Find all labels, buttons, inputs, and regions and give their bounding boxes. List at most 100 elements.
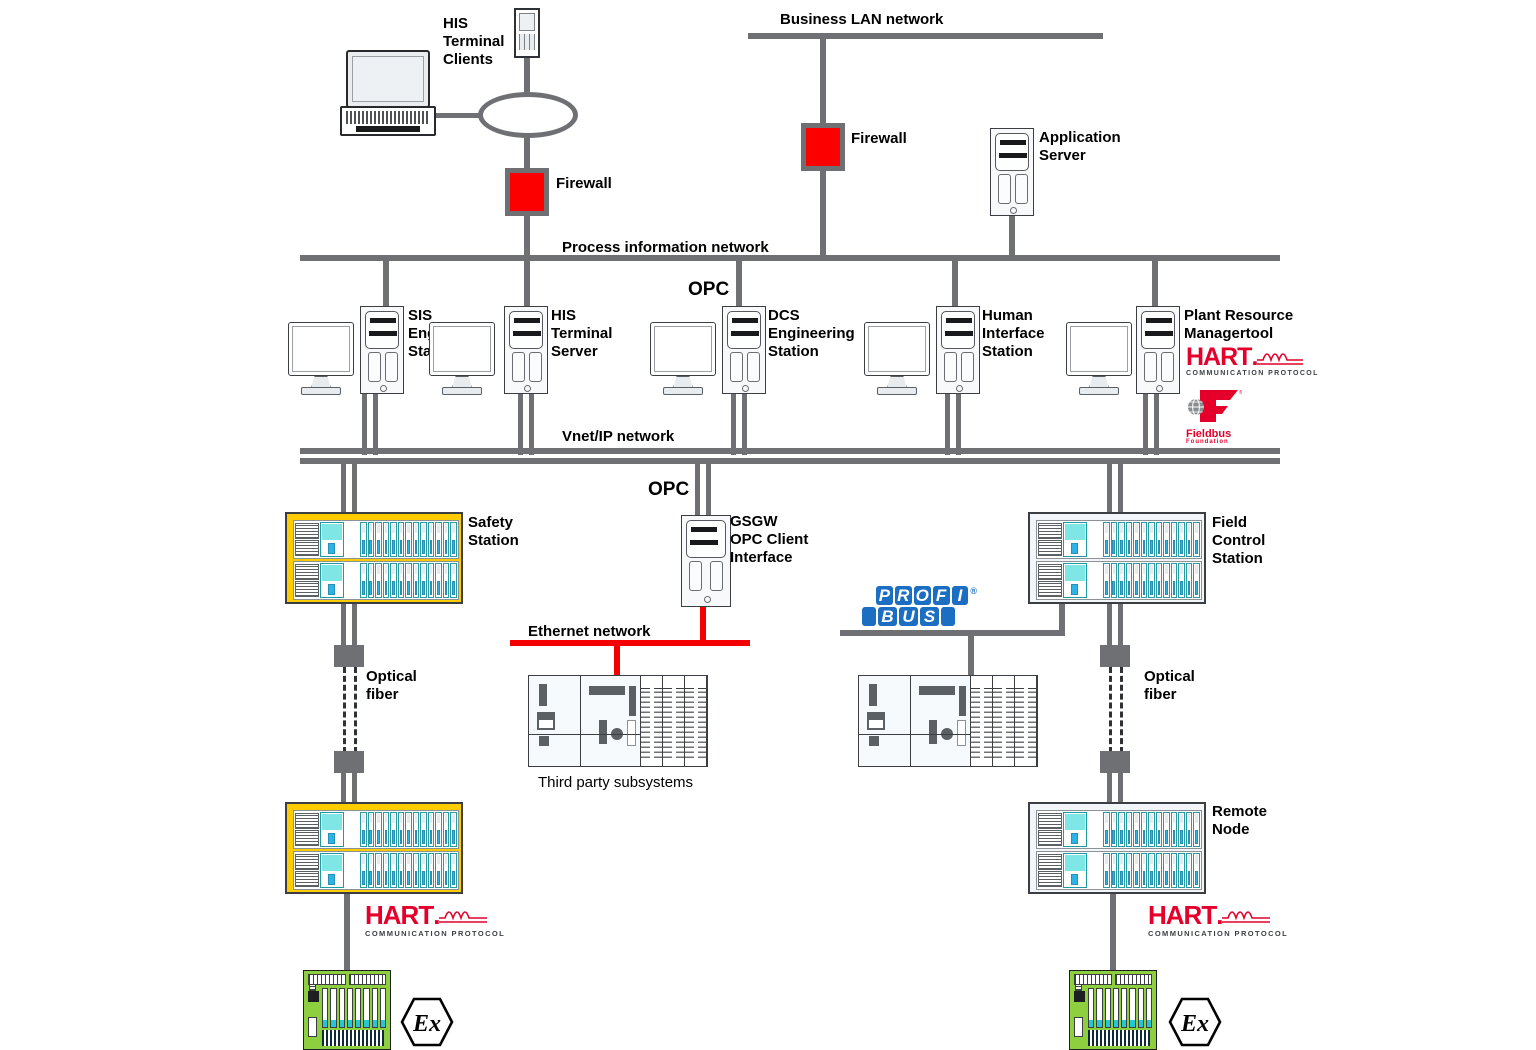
io-module xyxy=(405,812,412,847)
plc-display-bar xyxy=(919,686,955,695)
io-module xyxy=(367,853,375,888)
hart-logo-wordmark: HART xyxy=(365,900,434,930)
plc-cpu-module xyxy=(581,676,641,766)
cpu-module xyxy=(1063,812,1087,847)
device-chip xyxy=(308,991,319,1002)
gsgw-opc-client-interface-label: GSGW OPC Client Interface xyxy=(730,513,809,566)
io-module xyxy=(1185,522,1193,557)
vnet-ip-bus-line-a xyxy=(300,448,1280,454)
plc-power-module xyxy=(529,676,581,766)
tower-bay-left xyxy=(944,352,957,382)
device-terminal-strip xyxy=(1088,1030,1150,1046)
io-module xyxy=(450,853,457,888)
cpu-module xyxy=(1063,853,1087,888)
tower-bay-right xyxy=(710,561,723,591)
io-module xyxy=(427,522,435,557)
blank-slot xyxy=(1087,522,1102,557)
io-module xyxy=(1178,563,1185,598)
device-slot xyxy=(1104,988,1111,1028)
device-top-connectors xyxy=(308,974,386,985)
vnet-ip-network-label: Vnet/IP network xyxy=(562,428,675,445)
device-slot xyxy=(355,988,362,1028)
plc-vertical-bar xyxy=(629,686,636,716)
tower-power-button-icon xyxy=(704,596,711,603)
power-supply-module xyxy=(1038,812,1062,829)
hart-logo-prm: HART . COMMUNICATION PROTOCOL xyxy=(1186,343,1319,377)
safety-node-uplink-b xyxy=(352,773,357,803)
io-module xyxy=(1193,853,1200,888)
io-module xyxy=(397,853,405,888)
power-supply-module xyxy=(1038,563,1062,580)
io-module xyxy=(397,522,405,557)
application-server-tower xyxy=(990,128,1034,216)
device-slot xyxy=(1088,988,1095,1028)
plc-cpu-module xyxy=(911,676,971,766)
hart-logo-safety-field: HART . COMMUNICATION PROTOCOL xyxy=(365,900,505,938)
plc-switch xyxy=(867,712,885,730)
device-slot xyxy=(1096,988,1103,1028)
power-supply-module xyxy=(295,563,319,580)
blank-slot xyxy=(344,522,359,557)
power-supply-module xyxy=(1038,540,1062,557)
dcs-station-monitor xyxy=(650,322,716,398)
process-information-network-bus-line xyxy=(300,255,1280,261)
io-module xyxy=(1140,853,1148,888)
io-module xyxy=(382,853,390,888)
io-module xyxy=(1140,563,1148,598)
his-server-monitor xyxy=(429,322,495,398)
device-connector xyxy=(348,974,386,985)
ex-symbol-icon: Ex xyxy=(1168,997,1222,1047)
plc-indicator-small xyxy=(869,736,879,746)
dcs-architecture-diagram: Business LAN network Process information… xyxy=(0,0,1536,1050)
device-slot xyxy=(330,988,337,1028)
hart-logo-wordmark: HART xyxy=(1186,343,1252,371)
hart-logo-wordmark: HART xyxy=(1148,900,1217,930)
safety-station-label: Safety Station xyxy=(468,514,519,549)
ethernet-network-label: Ethernet network xyxy=(528,623,651,640)
plc-display-bar xyxy=(589,686,625,695)
io-module xyxy=(1103,563,1110,598)
hart-logo-row: HART . xyxy=(1148,900,1288,931)
io-module-group xyxy=(1102,852,1201,889)
io-module xyxy=(442,563,450,598)
monitor-base xyxy=(877,387,917,395)
rack-row-bottom xyxy=(1036,561,1202,600)
io-module xyxy=(442,522,450,557)
io-module xyxy=(360,563,367,598)
field-control-station-label: Field Control Station xyxy=(1212,514,1266,567)
device-connector xyxy=(308,974,346,985)
monitor-screen xyxy=(1066,322,1132,376)
monitor-screen xyxy=(429,322,495,376)
hart-waveform-icon xyxy=(1222,910,1271,923)
safety-station-rack-lower xyxy=(285,802,463,894)
device-slot xyxy=(338,988,345,1028)
tower-bay-left xyxy=(1144,352,1157,382)
fieldbus-logo-name: Fieldbus xyxy=(1186,428,1232,440)
handheld-keypad xyxy=(519,34,535,50)
fieldbus-logo-subtitle: Foundation xyxy=(1186,439,1229,445)
io-module xyxy=(1185,563,1193,598)
io-module xyxy=(1163,812,1170,847)
io-module xyxy=(1178,812,1185,847)
profibus-letter: S xyxy=(920,607,939,626)
rack-row-bottom xyxy=(1036,851,1202,890)
monitor-base xyxy=(663,387,703,395)
io-module xyxy=(450,812,457,847)
his-terminal-clients-label: HIS Terminal Clients xyxy=(443,15,505,68)
dcs-engineering-station-label: DCS Engineering Station xyxy=(768,307,855,360)
power-supply-module xyxy=(295,581,319,598)
device-chip xyxy=(1074,991,1085,1002)
opc-upper-label: OPC xyxy=(688,279,730,300)
io-module xyxy=(1133,853,1140,888)
hart-logo-row: HART . xyxy=(365,900,505,931)
sis-station-monitor xyxy=(288,322,354,398)
plc-divider xyxy=(581,733,640,735)
remote-node-uplink-a xyxy=(1107,773,1112,803)
prm-station-monitor xyxy=(1066,322,1132,398)
io-module xyxy=(412,812,420,847)
plc-io-rack xyxy=(971,676,1037,766)
tower-bay-right xyxy=(961,352,974,382)
io-module-group xyxy=(1102,811,1201,848)
his-firewall-drop-line xyxy=(524,213,530,258)
plc-indicator xyxy=(869,684,877,706)
